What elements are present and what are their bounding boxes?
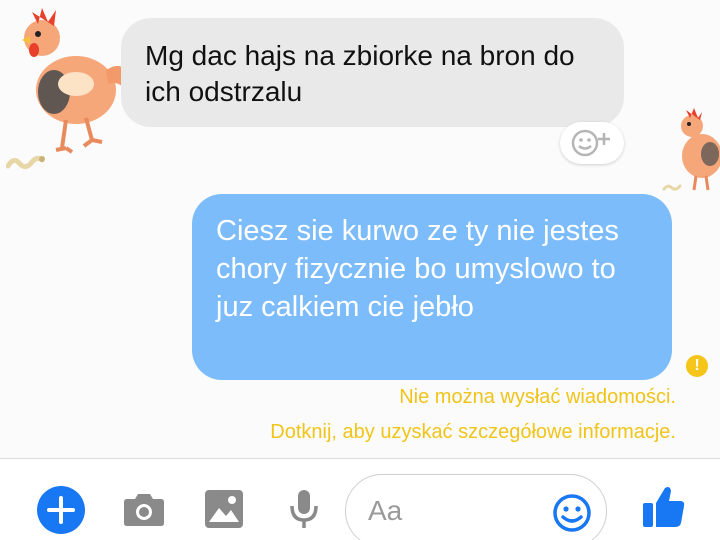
emoji-plus-icon: [571, 129, 610, 157]
thumbs-up-icon[interactable]: [643, 485, 685, 529]
camera-icon[interactable]: [123, 491, 165, 527]
image-icon[interactable]: [205, 490, 243, 528]
incoming-message-bubble[interactable]: Mg dac hajs na zbiorke na bron do ich od…: [121, 18, 624, 127]
incoming-message-text: Mg dac hajs na zbiorke na bron do ich od…: [145, 40, 575, 107]
plus-icon[interactable]: [37, 486, 85, 534]
send-error-icon[interactable]: !: [686, 355, 708, 377]
worm-decoration-small: [662, 184, 682, 191]
message-input-field[interactable]: [345, 474, 607, 540]
emoji-icon[interactable]: [552, 493, 592, 533]
microphone-icon[interactable]: [288, 488, 320, 530]
chicken-decoration-left: [22, 8, 127, 154]
chat-thread: Mg dac hajs na zbiorke na bron do ich od…: [0, 0, 720, 458]
outgoing-message-bubble[interactable]: Ciesz sie kurwo ze ty nie jestes chory f…: [192, 194, 672, 380]
outgoing-message-text: Ciesz sie kurwo ze ty nie jestes chory f…: [216, 215, 619, 323]
message-input[interactable]: [368, 493, 548, 529]
send-error-title[interactable]: Nie można wysłać wiadomości.: [399, 386, 676, 409]
chicken-decoration-right: [681, 108, 720, 191]
worm-decoration: [6, 155, 45, 170]
add-reaction-button[interactable]: [560, 122, 624, 164]
send-error-detail[interactable]: Dotknij, aby uzyskać szczegółowe informa…: [270, 421, 676, 444]
